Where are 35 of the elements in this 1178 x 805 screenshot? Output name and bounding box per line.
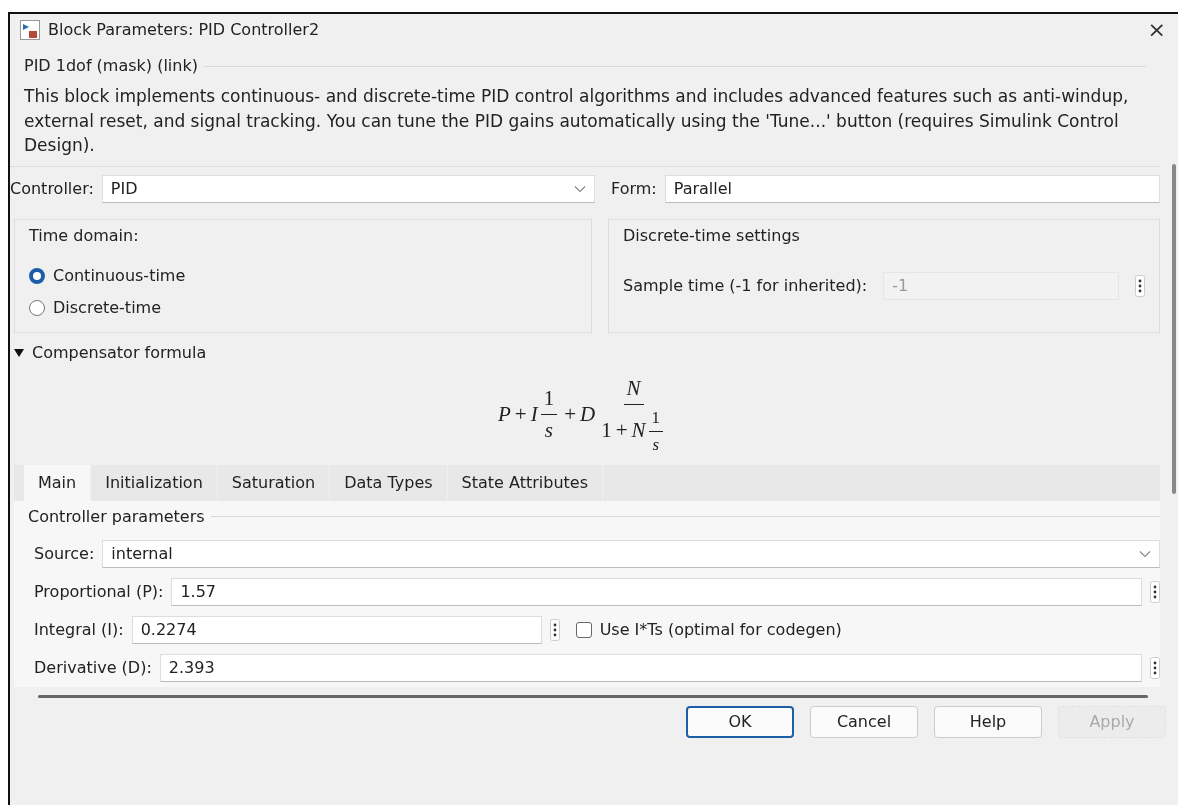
dialog-button[interactable]: OK [686,705,794,738]
group-title: Time domain: [29,224,140,247]
horizontal-scrollbar[interactable] [38,694,1148,698]
close-button[interactable]: × [1143,19,1170,41]
field-label: Controller: [10,177,94,200]
more-options-icon [549,618,560,641]
mask-title: PID 1dof (mask) (link) [24,55,198,77]
checkbox-option[interactable]: Use I*Ts (optimal for codegen) [575,617,842,642]
controller-dropdown[interactable]: PID [101,174,595,203]
tab[interactable]: Main [24,464,92,501]
more-options-icon [1135,274,1145,297]
field-label: Proportional (P): [34,580,164,603]
dropdown-chevron-icon [574,184,586,193]
dialog-button[interactable]: Cancel [810,705,918,738]
radio-option[interactable]: Discrete-time [29,295,577,320]
source-dropdown[interactable]: internal [102,539,1160,568]
field-label: Sample time (-1 for inherited): [623,274,868,297]
field-label: Form: [611,177,657,200]
window-title: Block Parameters: PID Controller2 [48,19,320,41]
value-field[interactable]: 1.57 [171,577,1142,606]
dropdown-chevron-icon [1139,549,1151,558]
section-toggle[interactable]: Compensator formula [10,340,1160,365]
group-title: Discrete-time settings [623,224,801,247]
dialog-button[interactable]: Help [934,705,1042,738]
scrollbar-thumb[interactable] [1172,164,1176,494]
value-field[interactable]: 0.2274 [131,615,542,644]
form-field[interactable]: Parallel [664,174,1160,203]
block-description: This block implements continuous- and discrete-time PID control algorithms and includes advanced features such as anti-windup, external reset, and signal tracking. You can tune the PID gains automatically using the 'Tune...' button (requires Simulink Control Design). [24,85,1130,158]
block-window-icon [20,20,40,40]
field-label: Integral (I): [34,618,124,641]
field-label: Derivative (D): [34,656,152,679]
field-label: Source: [34,542,95,565]
radio-option[interactable]: Continuous-time [29,263,577,288]
group-title: Controller parameters [28,505,205,528]
value-field[interactable]: 2.393 [159,653,1142,682]
